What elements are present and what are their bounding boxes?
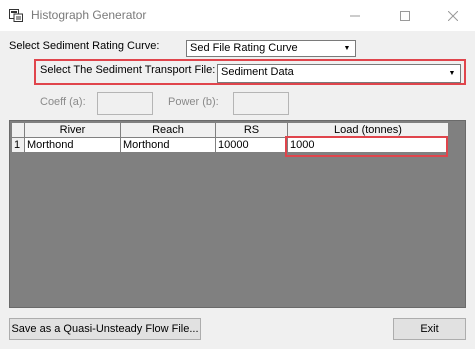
column-header-reach[interactable]: Reach <box>121 123 216 138</box>
maximize-icon <box>400 10 410 21</box>
rating-curve-label: Select Sediment Rating Curve: <box>9 40 160 52</box>
rating-curve-dropdown[interactable]: Sed File Rating Curve ▼ <box>186 40 356 57</box>
close-button[interactable] <box>436 0 470 31</box>
transport-file-label: Select The Sediment Transport File: <box>40 64 216 76</box>
column-header-rs[interactable]: RS <box>216 123 288 138</box>
transport-file-value: Sediment Data <box>221 66 294 78</box>
row-number: 1 <box>12 138 25 153</box>
power-label: Power (b): <box>168 96 219 108</box>
transport-file-dropdown[interactable]: Sediment Data ▼ <box>217 64 461 83</box>
coeff-label: Coeff (a): <box>40 96 86 108</box>
save-quasi-unsteady-button[interactable]: Save as a Quasi-Unsteady Flow File... <box>9 318 201 340</box>
chevron-down-icon[interactable]: ▼ <box>339 42 354 55</box>
exit-button[interactable]: Exit <box>393 318 466 340</box>
highlight-box-load <box>285 136 448 157</box>
minimize-icon <box>350 15 360 16</box>
app-icon <box>9 9 23 22</box>
window-title: Histograph Generator <box>31 8 147 22</box>
row-header-corner <box>12 123 25 138</box>
power-input[interactable] <box>233 92 289 115</box>
coeff-input[interactable] <box>97 92 153 115</box>
close-icon <box>448 10 458 21</box>
chevron-down-icon[interactable]: ▼ <box>444 66 459 81</box>
table-cell-rs[interactable]: 10000 <box>216 138 288 153</box>
table-cell-reach[interactable]: Morthond <box>121 138 216 153</box>
rating-curve-value: Sed File Rating Curve <box>190 42 298 54</box>
table-cell-river[interactable]: Morthond <box>25 138 121 153</box>
maximize-button[interactable] <box>388 0 422 31</box>
column-header-river[interactable]: River <box>25 123 121 138</box>
minimize-button[interactable] <box>338 0 372 31</box>
